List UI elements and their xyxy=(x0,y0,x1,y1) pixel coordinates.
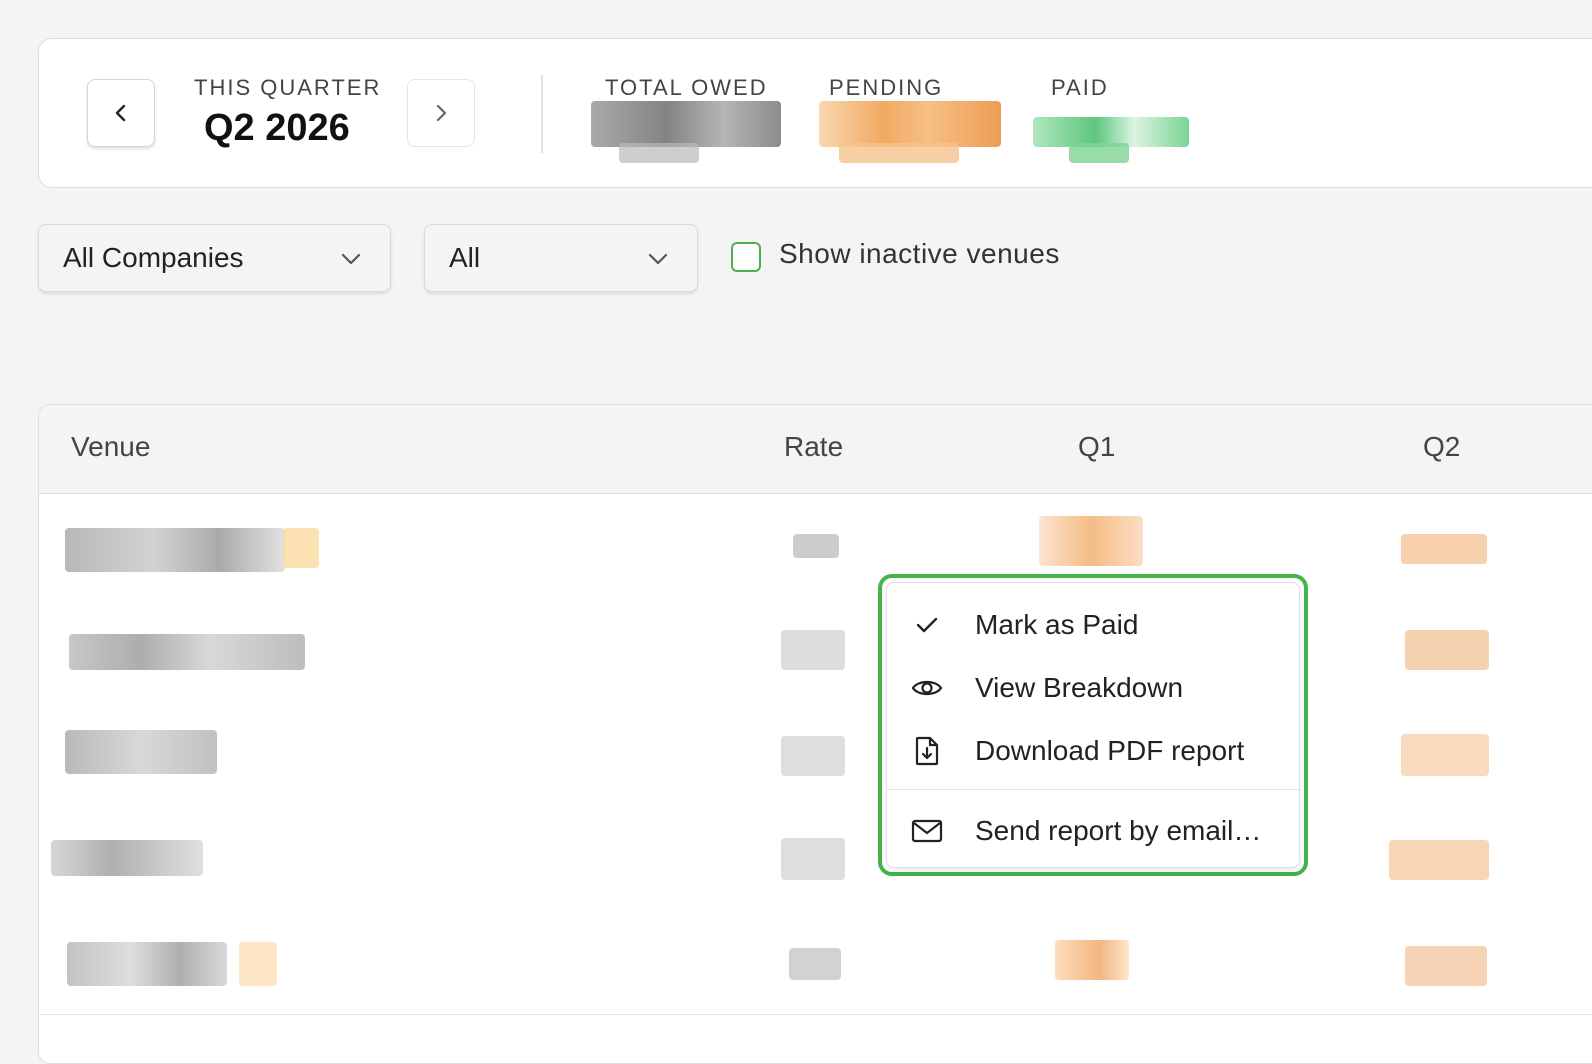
table-row[interactable] xyxy=(39,910,1592,1015)
venue-name-redacted xyxy=(65,528,285,572)
menu-divider xyxy=(887,789,1299,790)
menu-item-label: Download PDF report xyxy=(975,735,1245,766)
venue-badge-redacted xyxy=(239,942,277,986)
menu-item-label: Send report by email… xyxy=(975,815,1262,846)
chevron-right-icon xyxy=(436,104,447,122)
rate-redacted xyxy=(789,948,841,980)
q2-amount-redacted xyxy=(1389,840,1489,880)
venue-name-redacted xyxy=(51,840,203,876)
period-label: THIS QUARTER xyxy=(194,75,382,100)
rate-redacted xyxy=(793,534,839,558)
q1-amount-redacted xyxy=(1039,516,1143,566)
menu-item-view-breakdown[interactable]: View Breakdown xyxy=(887,658,1299,718)
venue-badge-redacted xyxy=(283,528,319,568)
pending-label: PENDING xyxy=(829,75,944,100)
eye-icon xyxy=(911,672,943,704)
column-header-q1[interactable]: Q1 xyxy=(1078,431,1115,463)
venues-table: Venue Rate Q1 Q2 xyxy=(38,404,1592,1064)
q2-amount-redacted xyxy=(1401,534,1487,564)
table-row[interactable] xyxy=(39,598,1592,703)
venue-name-redacted xyxy=(69,634,305,670)
status-select-value: All xyxy=(449,242,481,273)
chevron-down-icon xyxy=(341,253,361,265)
menu-item-download-pdf[interactable]: Download PDF report xyxy=(887,721,1299,781)
rate-redacted xyxy=(781,736,845,776)
chevron-down-icon xyxy=(648,253,668,265)
column-header-rate[interactable]: Rate xyxy=(784,431,843,463)
rate-redacted xyxy=(781,630,845,670)
chevron-left-icon xyxy=(115,104,126,122)
venue-name-redacted xyxy=(65,730,217,774)
menu-item-send-email[interactable]: Send report by email… xyxy=(887,801,1299,861)
table-row[interactable] xyxy=(39,702,1592,807)
q1-amount-redacted xyxy=(1055,940,1129,980)
column-header-q2[interactable]: Q2 xyxy=(1423,431,1460,463)
show-inactive-label[interactable]: Show inactive venues xyxy=(779,238,1060,270)
table-row[interactable] xyxy=(39,806,1592,911)
show-inactive-checkbox[interactable] xyxy=(731,242,761,272)
menu-item-label: View Breakdown xyxy=(975,672,1184,703)
next-quarter-button[interactable] xyxy=(407,79,475,147)
row-actions-menu: Mark as Paid View Breakdown Download PDF… xyxy=(878,574,1308,876)
status-select[interactable]: All xyxy=(424,224,698,292)
previous-quarter-button[interactable] xyxy=(87,79,155,147)
menu-item-label: Mark as Paid xyxy=(975,609,1139,640)
table-row[interactable] xyxy=(39,494,1592,599)
row-actions-menu-panel: Mark as Paid View Breakdown Download PDF… xyxy=(886,582,1300,868)
check-icon xyxy=(911,609,943,641)
column-header-venue[interactable]: Venue xyxy=(71,431,150,463)
quarter-summary-card: THIS QUARTER Q2 2026 TOTAL OWED PENDING … xyxy=(38,38,1592,188)
total-owed-label: TOTAL OWED xyxy=(605,75,768,100)
q2-amount-redacted xyxy=(1405,630,1489,670)
menu-item-mark-as-paid[interactable]: Mark as Paid xyxy=(887,595,1299,655)
q2-amount-redacted xyxy=(1401,734,1489,776)
q2-amount-redacted xyxy=(1405,946,1487,986)
venue-name-redacted xyxy=(67,942,227,986)
company-select[interactable]: All Companies xyxy=(38,224,391,292)
file-download-icon xyxy=(911,735,943,767)
paid-label: PAID xyxy=(1051,75,1109,100)
header-divider xyxy=(541,75,543,153)
table-header: Venue Rate Q1 Q2 xyxy=(39,405,1592,494)
rate-redacted xyxy=(781,838,845,880)
period-value: Q2 2026 xyxy=(204,107,350,149)
company-select-value: All Companies xyxy=(63,242,244,273)
mail-icon xyxy=(911,815,943,847)
